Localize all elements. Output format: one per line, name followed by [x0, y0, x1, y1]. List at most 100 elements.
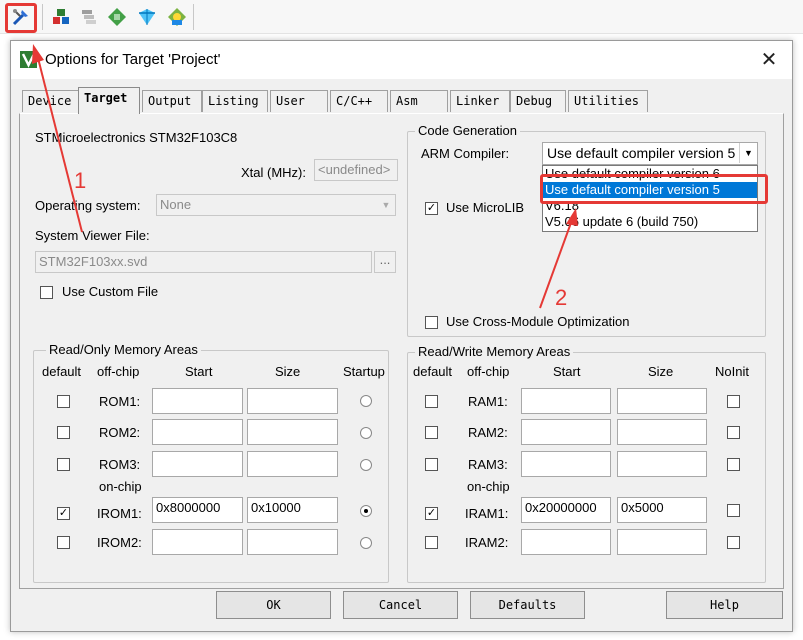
- ram2-start-input[interactable]: [521, 419, 611, 445]
- iram2-noinit-checkbox[interactable]: [727, 536, 740, 549]
- ram1-noinit-checkbox[interactable]: [727, 395, 740, 408]
- custom-file-checkbox[interactable]: [40, 286, 53, 299]
- multi-project-icon[interactable]: [76, 4, 102, 30]
- chevron-down-icon[interactable]: ▼: [739, 143, 757, 163]
- ram-group-title: Read/Write Memory Areas: [415, 344, 574, 359]
- ram3-start-input[interactable]: [521, 451, 611, 477]
- ram1-checkbox[interactable]: [425, 395, 438, 408]
- cross-module-label: Use Cross-Module Optimization: [446, 314, 630, 329]
- rom1-size-input[interactable]: [247, 388, 338, 414]
- irom1-startup-radio[interactable]: [360, 505, 372, 517]
- rom3-start-input[interactable]: [152, 451, 243, 477]
- tab-output[interactable]: Output: [142, 90, 202, 112]
- compiler-label: ARM Compiler:: [421, 146, 510, 161]
- tab-debug[interactable]: Debug: [510, 90, 566, 112]
- iram1-size-input[interactable]: 0x5000: [617, 497, 707, 523]
- tab-listing[interactable]: Listing: [202, 90, 268, 112]
- rom-header-default: default: [42, 364, 82, 379]
- rom1-startup-radio[interactable]: [360, 395, 372, 407]
- rom-header-start: Start: [185, 364, 213, 379]
- component-manage-icon[interactable]: [48, 4, 74, 30]
- ram-header-size: Size: [648, 364, 674, 379]
- svd-input[interactable]: STM32F103xx.svd: [35, 251, 372, 273]
- ram-header-offchip: off-chip: [467, 364, 510, 379]
- rom3-checkbox[interactable]: [57, 458, 70, 471]
- code-generation-title: Code Generation: [415, 123, 521, 138]
- iram1-start-input[interactable]: 0x20000000: [521, 497, 611, 523]
- ram2-noinit-checkbox[interactable]: [727, 426, 740, 439]
- toolbar-separator: [42, 4, 43, 30]
- irom2-start-input[interactable]: [152, 529, 243, 555]
- rom2-startup-radio[interactable]: [360, 427, 372, 439]
- cross-module-checkbox[interactable]: [425, 316, 438, 329]
- device-name: STMicroelectronics STM32F103C8: [35, 130, 238, 145]
- ram1-size-input[interactable]: [617, 388, 707, 414]
- microlib-checkbox[interactable]: ✓: [425, 202, 438, 215]
- irom1-size-input[interactable]: 0x10000: [247, 497, 338, 523]
- compiler-value: Use default compiler version 5: [547, 145, 736, 161]
- tab-utilities[interactable]: Utilities: [568, 90, 648, 112]
- tab-target[interactable]: Target: [78, 87, 140, 114]
- rom1-start-input[interactable]: [152, 388, 243, 414]
- tab-linker[interactable]: Linker: [450, 90, 510, 112]
- ram1-start-input[interactable]: [521, 388, 611, 414]
- ram3-size-input[interactable]: [617, 451, 707, 477]
- toolbar-separator: [193, 4, 194, 30]
- xtal-label: Xtal (MHz):: [241, 165, 306, 180]
- rom1-label: ROM1:: [99, 394, 141, 409]
- select-packs-icon[interactable]: [134, 4, 160, 30]
- ram2-checkbox[interactable]: [425, 426, 438, 439]
- chevron-down-icon: ▼: [381, 200, 391, 210]
- iram2-checkbox[interactable]: [425, 536, 438, 549]
- close-icon[interactable]: ✕: [758, 49, 780, 71]
- rom3-size-input[interactable]: [247, 451, 338, 477]
- help-button[interactable]: Help: [666, 591, 783, 619]
- svd-label: System Viewer File:: [35, 228, 150, 243]
- ram-header-start: Start: [553, 364, 581, 379]
- rom-header-startup: Startup: [343, 364, 385, 379]
- rom2-label: ROM2:: [99, 425, 141, 440]
- rom-on-chip-label: on-chip: [99, 479, 142, 494]
- ram-header-noinit: NoInit: [715, 364, 749, 379]
- tab-cpp[interactable]: C/C++: [330, 90, 388, 112]
- irom2-size-input[interactable]: [247, 529, 338, 555]
- ram2-size-input[interactable]: [617, 419, 707, 445]
- iram2-start-input[interactable]: [521, 529, 611, 555]
- ok-button[interactable]: OK: [216, 591, 331, 619]
- annotation-step-2: 2: [555, 285, 568, 310]
- highlight-box: [5, 3, 37, 33]
- xtal-input[interactable]: <undefined>: [314, 159, 398, 181]
- irom2-checkbox[interactable]: [57, 536, 70, 549]
- rom2-checkbox[interactable]: [57, 426, 70, 439]
- browse-button[interactable]: ...: [374, 251, 396, 273]
- cancel-button[interactable]: Cancel: [343, 591, 458, 619]
- irom1-checkbox[interactable]: ✓: [57, 507, 70, 520]
- os-value: None: [160, 197, 192, 212]
- ram3-checkbox[interactable]: [425, 458, 438, 471]
- tab-asm[interactable]: Asm: [390, 90, 448, 112]
- custom-file-label: Use Custom File: [62, 284, 159, 299]
- irom1-start-input[interactable]: 0x8000000: [152, 497, 243, 523]
- tab-device[interactable]: Device: [22, 90, 80, 112]
- ram-header-default: default: [413, 364, 453, 379]
- ram3-noinit-checkbox[interactable]: [727, 458, 740, 471]
- options-dialog: Options for Target 'Project' ✕ Device Ta…: [10, 40, 793, 632]
- iram2-size-input[interactable]: [617, 529, 707, 555]
- software-components-icon[interactable]: [164, 4, 190, 30]
- dialog-title: Options for Target 'Project': [45, 51, 221, 68]
- rom2-size-input[interactable]: [247, 419, 338, 445]
- compiler-option-v5-06[interactable]: V5.06 update 6 (build 750): [543, 214, 757, 230]
- defaults-button[interactable]: Defaults: [470, 591, 585, 619]
- iram1-checkbox[interactable]: ✓: [425, 507, 438, 520]
- rom3-startup-radio[interactable]: [360, 459, 372, 471]
- iram2-label: IRAM2:: [465, 535, 509, 550]
- rom1-checkbox[interactable]: [57, 395, 70, 408]
- irom2-startup-radio[interactable]: [360, 537, 372, 549]
- iram1-noinit-checkbox[interactable]: [727, 504, 740, 517]
- rom2-start-input[interactable]: [152, 419, 243, 445]
- tab-user[interactable]: User: [270, 90, 328, 112]
- dialog-titlebar[interactable]: Options for Target 'Project' ✕: [11, 41, 792, 79]
- pack-installer-icon[interactable]: [104, 4, 130, 30]
- os-select[interactable]: None ▼: [156, 194, 396, 216]
- compiler-select[interactable]: Use default compiler version 5 ▼: [542, 142, 758, 165]
